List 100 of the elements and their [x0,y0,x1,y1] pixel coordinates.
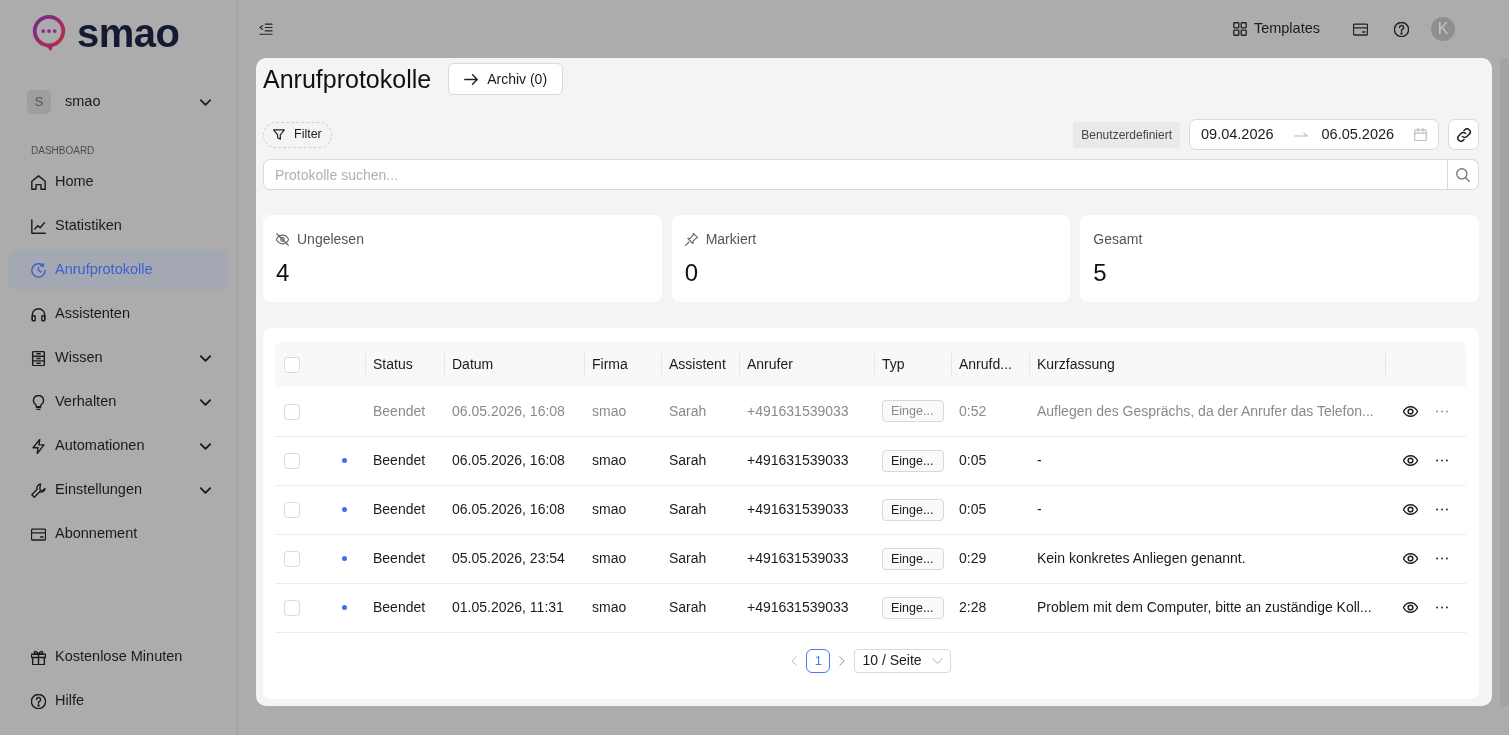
nav-link[interactable]: Assistenten [8,294,229,334]
eye-icon[interactable] [1403,405,1418,417]
page-size-select[interactable]: 10 / Seite [854,648,951,673]
table-cell: - [1029,485,1385,534]
table-cell: Beendet [365,534,444,583]
filter-icon [273,129,285,140]
table-cell: smao [584,387,661,436]
table-cell: 0:52 [951,387,1029,436]
table-cell: 06.05.2026, 16:08 [444,436,584,485]
table-cell: Problem mit dem Computer, bitte an zuständige Koll... [1029,583,1385,632]
line-chart-icon [31,218,46,234]
stat-value: 5 [1093,259,1108,287]
nav-link[interactable]: Automationen [8,426,229,466]
table-cell: Kein konkretes Anliegen genannt. [1029,534,1385,583]
column-header[interactable]: Kurzfassung [1029,341,1385,387]
cabinet-icon [31,350,46,366]
more-icon[interactable] [1436,557,1448,560]
column-header[interactable]: Datum [444,341,584,387]
chevron-down-icon[interactable] [200,98,211,106]
select-all-checkbox[interactable] [284,356,300,373]
column-header[interactable]: Anrufd... [951,341,1029,387]
nav-link[interactable]: Wissen [8,338,229,378]
gift-icon [31,649,46,665]
copy-link-button[interactable] [1448,119,1479,150]
search-field[interactable]: Protokolle suchen... [263,159,1448,190]
stat-label: Ungelesen [297,230,364,249]
type-tag: Einge... [882,449,944,472]
table-cell: Auflegen des Gesprächs, da der Anrufer das Telefon... [1029,387,1385,436]
eye-icon[interactable] [1403,553,1418,564]
row-checkbox[interactable] [284,404,300,421]
home-icon [31,174,46,190]
table-cell: 01.05.2026, 11:31 [444,583,584,632]
page-button[interactable]: 1 [806,648,831,673]
more-icon[interactable] [1436,606,1448,609]
table-cell: smao [584,534,661,583]
table-cell: smao [584,436,661,485]
table-cell: Beendet [365,583,444,632]
more-icon[interactable] [1436,508,1448,511]
help-icon[interactable] [1394,21,1409,37]
date-range-field[interactable]: 09.04.2026 06.05.2026 [1189,119,1439,150]
search-button[interactable] [1448,159,1479,190]
templates-button[interactable]: Templates [1232,18,1320,40]
archive-button[interactable]: Archiv (0) [448,63,564,95]
chevron-down-icon [200,354,211,362]
clock-icon [31,262,46,278]
lightbulb-icon [31,394,46,410]
table-row[interactable]: Beendet 06.05.2026, 16:08 smao Sarah +491631539033 Einge... 0:05 - [275,485,1466,534]
row-checkbox[interactable] [284,600,300,617]
end-date[interactable]: 06.05.2026 [1321,123,1395,146]
table-row[interactable]: Beendet 05.05.2026, 23:54 smao Sarah +491631539033 Einge... 0:29 Kein konkretes Anliegen genannt. [275,534,1466,583]
row-checkbox[interactable] [284,453,300,470]
nav-link[interactable]: Verhalten [8,382,229,422]
stat-label: Gesamt [1093,230,1143,249]
column-header[interactable]: Assistent [661,341,739,387]
eye-icon[interactable] [1403,455,1418,466]
nav-link[interactable]: Hilfe [8,681,229,721]
table-cell: Sarah [661,583,739,632]
arrow-right-icon [464,73,479,85]
nav-link[interactable]: Statistiken [8,206,229,246]
table-cell: Beendet [365,436,444,485]
nav-link[interactable]: Home [8,162,229,202]
headphones-icon [31,306,46,322]
table-cell: +491631539033 [739,436,874,485]
table-cell: smao [584,583,661,632]
table-cell: Sarah [661,534,739,583]
workspace-name[interactable]: smao [65,91,101,113]
pin-icon [684,233,698,246]
logo-text: smao [77,13,180,53]
table-cell: +491631539033 [739,534,874,583]
table-cell: +491631539033 [739,583,874,632]
table-cell: 2:28 [951,583,1029,632]
nav-link[interactable]: Kostenlose Minuten [8,637,229,677]
row-checkbox[interactable] [284,551,300,568]
table-cell: 05.05.2026, 23:54 [444,534,584,583]
search-icon [1456,167,1470,182]
range-preset-tag: Benutzerdefiniert [1073,121,1180,148]
type-tag: Einge... [882,400,944,423]
eye-icon[interactable] [1403,504,1418,515]
menu-icon[interactable] [259,23,273,35]
unread-dot-icon [341,556,347,561]
stat-value: 0 [684,259,700,287]
eye-icon[interactable] [1403,602,1418,613]
chevron-down-icon [200,398,211,406]
chevron-down-icon [931,657,943,664]
column-header[interactable]: Anrufer [739,341,874,387]
column-header[interactable]: Status [365,341,444,387]
table-cell: 0:05 [951,485,1029,534]
nav-link[interactable]: Einstellungen [8,470,229,510]
column-header[interactable]: Firma [584,341,661,387]
help-icon [31,693,46,709]
table-row[interactable]: Beendet 01.05.2026, 11:31 smao Sarah +491631539033 Einge... 2:28 Problem mit dem Computer, bitte an zuständige Koll... [275,583,1466,632]
table-row[interactable]: Beendet 06.05.2026, 16:08 smao Sarah +491631539033 Einge... 0:05 - [275,436,1466,485]
start-date[interactable]: 09.04.2026 [1201,123,1274,146]
nav-link[interactable]: Abonnement [8,514,229,554]
row-checkbox[interactable] [284,502,300,519]
credit-card-icon[interactable] [1353,21,1368,37]
table-row[interactable]: Beendet 06.05.2026, 16:08 smao Sarah +491631539033 Einge... 0:52 Auflegen des Gesprächs, da der Anrufer das Telefon... [275,387,1466,436]
more-icon[interactable] [1436,459,1448,462]
table-cell: Sarah [661,436,739,485]
column-header[interactable]: Typ [874,341,951,387]
